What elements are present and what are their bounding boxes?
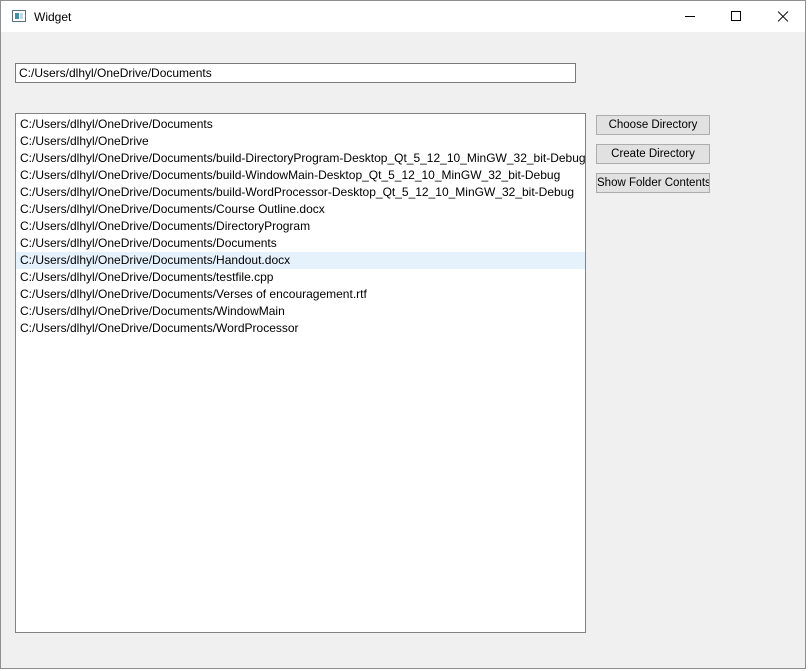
list-item[interactable]: C:/Users/dlhyl/OneDrive/Documents/Window… xyxy=(16,303,585,320)
directory-list[interactable]: C:/Users/dlhyl/OneDrive/Documents C:/User… xyxy=(15,113,586,633)
widget-window: Widget C:/Users/dlhyl/OneDrive/Documents… xyxy=(0,0,806,669)
list-item[interactable]: C:/Users/dlhyl/OneDrive/Documents/build-… xyxy=(16,167,585,184)
list-item[interactable]: C:/Users/dlhyl/OneDrive/Documents/Handou… xyxy=(16,252,585,269)
path-input[interactable] xyxy=(15,63,576,83)
list-item[interactable]: C:/Users/dlhyl/OneDrive xyxy=(16,133,585,150)
title-bar[interactable]: Widget xyxy=(1,1,805,32)
list-item[interactable]: C:/Users/dlhyl/OneDrive/Documents/Verses… xyxy=(16,286,585,303)
list-item[interactable]: C:/Users/dlhyl/OneDrive/Documents/Course… xyxy=(16,201,585,218)
list-item[interactable]: C:/Users/dlhyl/OneDrive/Documents xyxy=(16,116,585,133)
create-directory-button[interactable]: Create Directory xyxy=(596,144,710,164)
close-icon[interactable] xyxy=(759,1,805,32)
list-item[interactable]: C:/Users/dlhyl/OneDrive/Documents/WordPr… xyxy=(16,320,585,337)
list-item[interactable]: C:/Users/dlhyl/OneDrive/Documents/testfi… xyxy=(16,269,585,286)
app-window-icon xyxy=(12,10,26,22)
window-title: Widget xyxy=(34,10,72,24)
choose-directory-button[interactable]: Choose Directory xyxy=(596,115,710,135)
list-item[interactable]: C:/Users/dlhyl/OneDrive/Documents/build-… xyxy=(16,150,585,167)
list-item[interactable]: C:/Users/dlhyl/OneDrive/Documents/Docume… xyxy=(16,235,585,252)
list-item[interactable]: C:/Users/dlhyl/OneDrive/Documents/Direct… xyxy=(16,218,585,235)
minimize-icon[interactable] xyxy=(667,1,713,32)
maximize-icon[interactable] xyxy=(713,1,759,32)
show-folder-contents-button[interactable]: Show Folder Contents xyxy=(596,173,710,193)
list-item[interactable]: C:/Users/dlhyl/OneDrive/Documents/build-… xyxy=(16,184,585,201)
